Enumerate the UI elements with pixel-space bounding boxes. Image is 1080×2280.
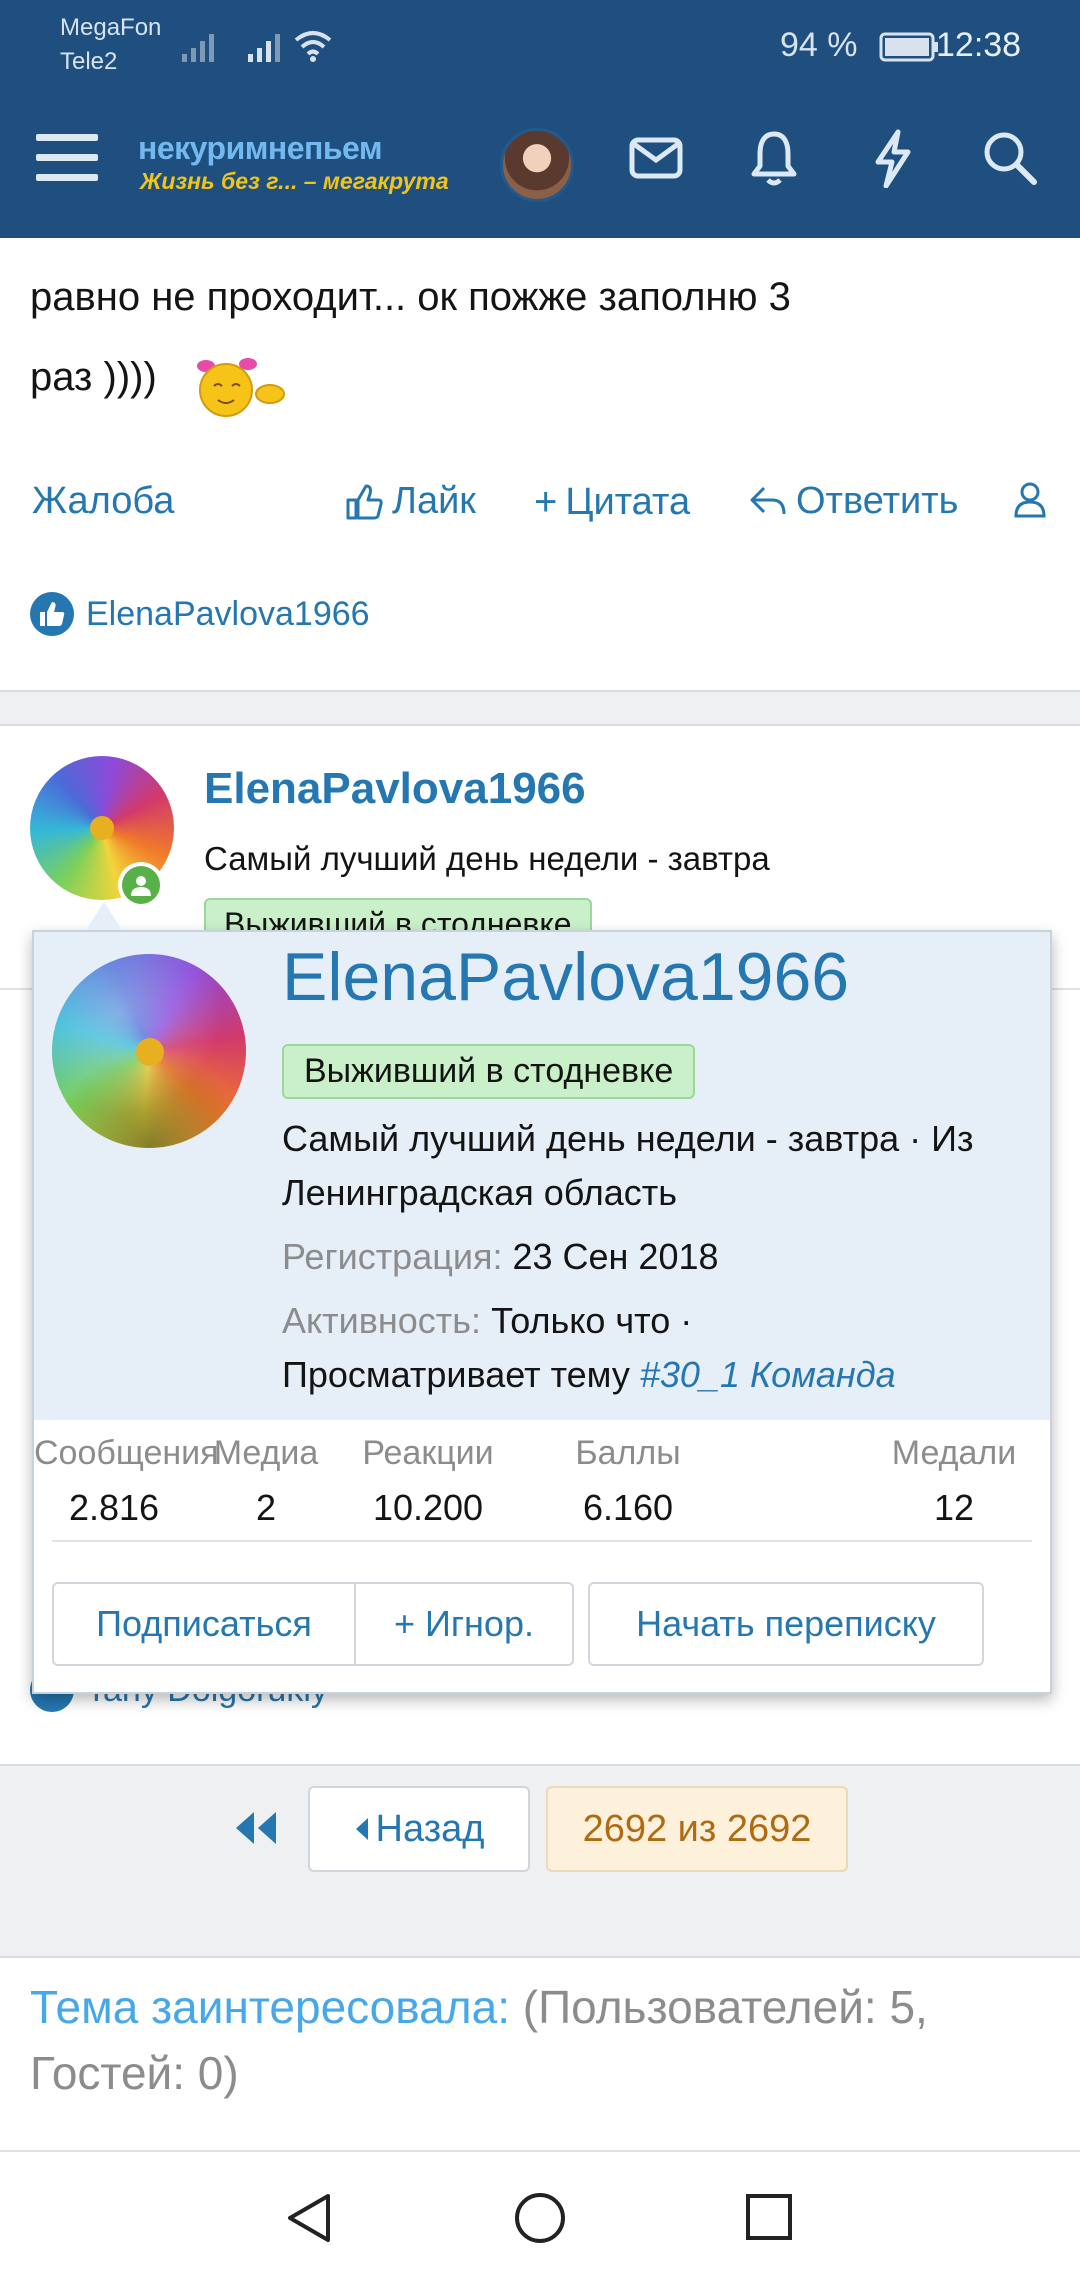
prev-page-button[interactable]: Назад [308,1786,530,1872]
app-header: MegaFon Tele2 94 % 12:38 некуримнепьем Ж… [0,0,1080,238]
battery-percent: 94 % [780,26,858,64]
viewing-thread-link[interactable]: #30_1 Команда [640,1354,896,1395]
back-nav-icon[interactable] [282,2188,338,2248]
page-indicator[interactable]: 2692 из 2692 [546,1786,848,1872]
user-menu-button[interactable] [1012,480,1048,520]
stat-messages[interactable]: Сообщения 2.816 [34,1434,219,1529]
stat-label: Реакции [362,1434,494,1472]
likes-summary[interactable]: ElenaPavlova1966 [30,592,370,636]
quote-label: Цитата [565,481,691,523]
registration-label: Регистрация: [282,1236,503,1277]
stat-value: 2 [255,1487,277,1528]
report-link[interactable]: Жалоба [32,480,174,523]
start-conversation-button[interactable]: Начать переписку [588,1582,984,1666]
reply-label: Ответить [796,480,959,522]
stat-label: Баллы [575,1434,681,1472]
member-tooltip: ElenaPavlova1966 Выживший в стодневке Са… [32,930,1052,1694]
home-nav-icon[interactable] [512,2188,568,2248]
watchers-label[interactable]: Тема заинтересовала: [30,1981,510,2033]
like-button[interactable]: Лайк [344,480,476,523]
post-author-title: Самый лучший день недели - завтра [204,840,770,877]
member-activity: Активность: Только что · [282,1294,692,1348]
caret-left-icon [355,1818,368,1840]
ignore-button[interactable]: + Игнор. [354,1582,574,1666]
plus-icon: + [534,480,558,524]
tooltip-arrow [86,902,122,930]
status-bar: MegaFon Tele2 94 % 12:38 [0,0,1080,100]
thread-watchers: Тема заинтересовала: (Пользователей: 5, … [30,1974,1060,2106]
signal-icon-2 [248,34,280,62]
follow-button[interactable]: Подписаться [52,1582,356,1666]
member-title-1: Самый лучший день недели - завтра · Из [282,1118,974,1159]
online-status-icon [118,862,164,908]
stat-media[interactable]: Медиа 2 [204,1434,328,1529]
stat-value: 2.816 [68,1487,160,1528]
logo-main-text: некуримнепьем [138,130,383,166]
activity-value: Только что · [491,1300,693,1341]
recents-nav-icon[interactable] [742,2188,798,2248]
emoji-smiley-icon [197,358,285,417]
thumbs-up-icon [346,484,383,519]
stat-label: Медиа [213,1434,319,1472]
post-author-name[interactable]: ElenaPavlova1966 [204,764,586,814]
post-separator [0,690,1080,726]
stat-label: Медали [891,1434,1017,1472]
post-line-2: раз )))) [30,355,157,399]
viewing-text: Просматривает тему [282,1354,630,1395]
member-title-2: Ленинградская область [282,1172,678,1213]
member-name[interactable]: ElenaPavlova1966 [282,938,849,1016]
quote-button[interactable]: + Цитата [534,480,690,525]
person-icon [1014,482,1046,518]
member-badge: Выживший в стодневке [282,1044,696,1099]
post-line-1: равно не проходит... ок пожже заполню 3 [30,275,791,319]
menu-icon[interactable] [34,128,100,188]
system-nav-bar [0,2152,1080,2280]
reply-icon [750,486,786,514]
clock: 12:38 [936,26,1022,64]
member-registration: Регистрация: 23 Сен 2018 [282,1230,719,1284]
carrier-2: Tele2 [60,48,118,75]
signal-icon [182,34,214,62]
bell-icon[interactable] [746,128,802,188]
report-label: Жалоба [32,480,175,522]
mail-icon[interactable] [628,128,684,188]
stat-value: 12 [933,1487,975,1528]
post-actions: Жалоба Лайк + Цитата Ответить [0,470,1080,540]
lightning-icon[interactable] [864,128,920,188]
activity-label: Активность: [282,1300,482,1341]
site-logo[interactable]: некуримнепьем Жизнь без г... – мегакрута [138,124,449,204]
search-icon[interactable] [980,128,1040,188]
user-avatar[interactable] [500,128,574,202]
logo-sub-text: Жизнь без г... – мегакрута [140,168,449,194]
prev-page-label: Назад [375,1807,485,1850]
wifi-icon [294,31,332,62]
card-divider [52,1540,1032,1542]
first-page-icon[interactable] [232,1808,282,1848]
member-avatar[interactable] [52,954,246,1148]
stat-points[interactable]: Баллы 6.160 [534,1434,722,1529]
carrier-1: MegaFon [60,14,162,41]
stat-reactions[interactable]: Реакции 10.200 [322,1434,534,1529]
member-viewing: Просматривает тему #30_1 Команда [282,1348,896,1402]
stat-value: 10.200 [372,1487,484,1528]
like-label: Лайк [392,480,476,522]
liked-by-user[interactable]: ElenaPavlova1966 [86,595,370,634]
stat-medals[interactable]: Медали 12 [874,1434,1034,1529]
registration-value: 23 Сен 2018 [512,1236,719,1277]
pagination-bar [0,1764,1080,1958]
reply-button[interactable]: Ответить [748,480,958,523]
member-stats: Сообщения 2.816 Медиа 2 Реакции 10.200 Б… [34,1434,1050,1528]
stat-label: Сообщения [34,1434,219,1472]
stat-value: 6.160 [582,1487,674,1528]
member-tooltip-header: ElenaPavlova1966 Выживший в стодневке Са… [34,932,1050,1420]
like-reaction-icon [30,592,74,636]
